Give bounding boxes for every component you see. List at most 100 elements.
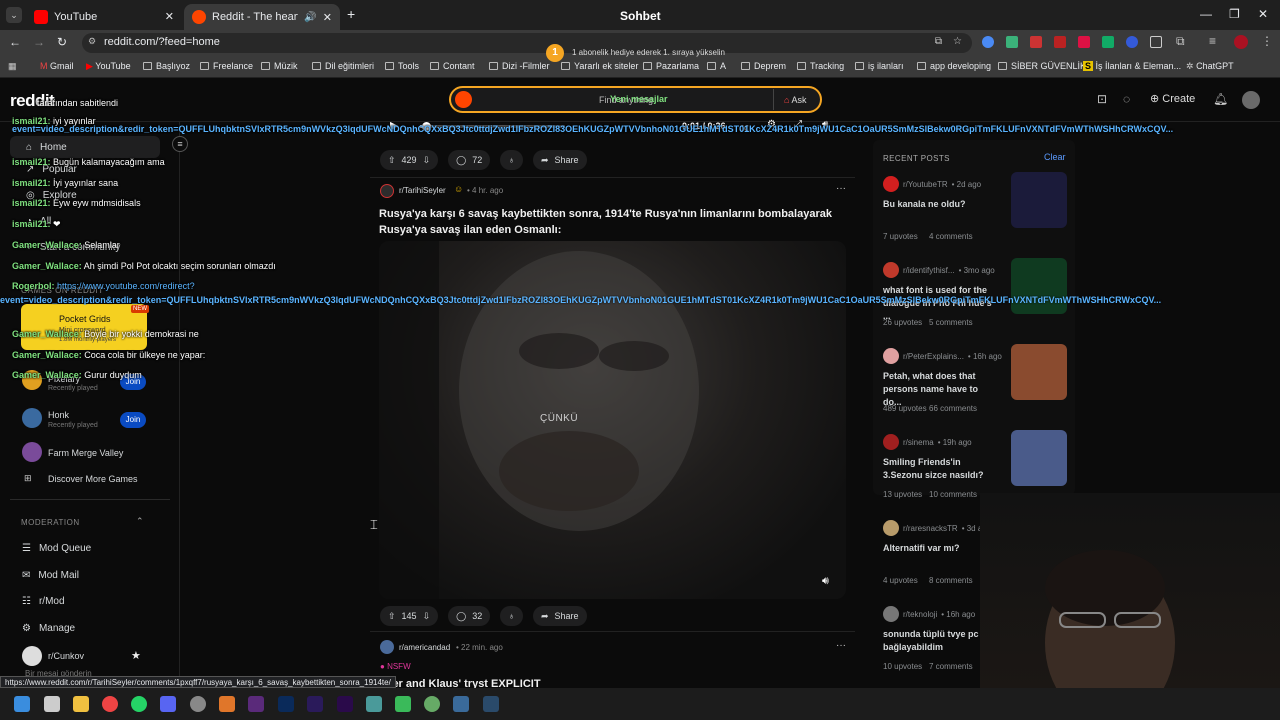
bookmark-folder[interactable]: Müzik: [261, 61, 298, 71]
game-name[interactable]: Honk: [48, 410, 69, 420]
extension-icon[interactable]: [1006, 36, 1018, 48]
chevron-up-icon[interactable]: ⌃: [136, 516, 144, 527]
app-icon[interactable]: [453, 696, 469, 712]
reddit-logo[interactable]: reddit: [10, 91, 55, 111]
back-icon[interactable]: ←: [9, 35, 21, 49]
app-icon[interactable]: [190, 696, 206, 712]
bookmark-gmail[interactable]: M Gmail: [40, 61, 74, 71]
recent-post-thumbnail[interactable]: [1011, 172, 1067, 228]
recent-post-thumbnail[interactable]: [1011, 430, 1067, 486]
new-messages-label[interactable]: Yeni mesajlar: [610, 94, 668, 104]
bookmark-folder[interactable]: Dil eğitimleri: [312, 61, 374, 71]
close-window-icon[interactable]: ✕: [1258, 7, 1268, 21]
bookmark-folder[interactable]: Contant: [430, 61, 475, 71]
share-button[interactable]: ➦ Share: [532, 150, 587, 170]
favorite-star-icon[interactable]: ★: [131, 649, 141, 662]
bookmark-folder[interactable]: iş ilanları: [855, 61, 904, 71]
sidebar-item-home[interactable]: ⌂ Home: [10, 136, 160, 158]
ask-button[interactable]: ⌂ Ask: [784, 95, 806, 105]
comments-button[interactable]: ◯ 72: [448, 150, 491, 170]
close-tab-icon[interactable]: ✕: [323, 11, 332, 24]
comments-button[interactable]: ◯ 32: [448, 606, 491, 626]
bookmark-folder[interactable]: A: [707, 61, 726, 71]
vote-control[interactable]: ⇧ 145 ⇩: [380, 606, 439, 626]
tab-youtube[interactable]: YouTube ✕: [26, 4, 180, 30]
volume-icon[interactable]: 🔊︎: [822, 575, 829, 588]
sidebar-item-start-community[interactable]: + Start a community: [26, 242, 120, 253]
app-icon[interactable]: [366, 696, 382, 712]
discord-icon[interactable]: [160, 696, 176, 712]
app-icon[interactable]: [395, 696, 411, 712]
join-button[interactable]: Join: [120, 412, 146, 428]
sidebar-item-explore[interactable]: ◎ Explore: [26, 190, 77, 201]
recent-post[interactable]: r/sinema • 19h ago Smiling Friends'in 3.Se…: [883, 430, 1068, 499]
vote-control[interactable]: ⇧ 429 ⇩: [380, 150, 439, 170]
discover-games-link[interactable]: Discover More Games: [48, 474, 138, 484]
kebab-menu-icon[interactable]: ⋮: [1261, 34, 1273, 48]
app-icon[interactable]: [424, 696, 440, 712]
bookmark-folder[interactable]: SİBER GÜVENLİK: [998, 61, 1086, 71]
extension-icon[interactable]: [1054, 36, 1066, 48]
redirect-link-line[interactable]: event=video_description&redir_token=QUFF…: [0, 295, 1270, 305]
bookmark-folder[interactable]: app developing: [917, 61, 991, 71]
bookmark-folder[interactable]: Başlıyoz: [143, 61, 190, 71]
premiere-icon[interactable]: [337, 696, 353, 712]
bookmark-folder[interactable]: Freelance: [200, 61, 253, 71]
more-options-icon[interactable]: ···: [836, 183, 846, 194]
recent-post[interactable]: r/PeterExplains... • 16h ago Petah, what d…: [883, 344, 1068, 413]
sidebar-item-mod-queue[interactable]: ☰ Mod Queue: [22, 543, 91, 554]
url-field[interactable]: ⚙ reddit.com/?feed=home ⧉ ☆: [82, 33, 972, 53]
bookmark-link[interactable]: S İş İlanları & Eleman...: [1083, 61, 1181, 71]
bookmark-chatgpt[interactable]: ✲ ChatGPT: [1186, 61, 1234, 72]
app-icon[interactable]: [219, 696, 235, 712]
post-title[interactable]: Rusya'ya karşı 6 savaş kaybettikten sonr…: [379, 206, 849, 238]
user-avatar[interactable]: [1242, 91, 1260, 109]
bookmark-folder[interactable]: Yararlı ek siteler: [561, 61, 638, 71]
steam-icon[interactable]: [483, 696, 499, 712]
tab-search-icon[interactable]: ⌄: [6, 7, 22, 23]
create-button[interactable]: ⊕ Create: [1150, 92, 1195, 105]
recent-post[interactable]: r/YoutubeTR • 2d ago Bu kanala ne oldu? 7 u…: [883, 172, 1068, 241]
volume-icon[interactable]: 🔊︎: [822, 119, 828, 130]
recent-post-thumbnail[interactable]: [1011, 344, 1067, 400]
bookmark-folder[interactable]: Deprem: [741, 61, 786, 71]
recent-post[interactable]: r/identifythisf... • 3mo ago what font is …: [883, 258, 1068, 327]
more-options-icon[interactable]: ···: [836, 640, 846, 651]
bookmark-star-icon[interactable]: ☆: [953, 36, 962, 47]
sidebar-item-mod-mail[interactable]: ✉ Mod Mail: [22, 570, 79, 581]
puzzle-icon[interactable]: ⧉: [1176, 34, 1185, 49]
task-view-icon[interactable]: [44, 696, 60, 712]
extension-icon[interactable]: [1102, 36, 1114, 48]
translate-icon[interactable]: ⧉: [935, 36, 942, 47]
bell-icon[interactable]: 🔔︎: [1213, 92, 1228, 106]
windows-start-icon[interactable]: [14, 696, 30, 712]
sidebar-item-manage[interactable]: ⚙ Manage: [22, 623, 75, 634]
award-button[interactable]: ♁: [500, 606, 523, 626]
settings-icon[interactable]: ⚙: [767, 119, 776, 130]
join-button[interactable]: Join: [120, 374, 146, 390]
featured-game-card[interactable]: NEW Pocket Grids Mini crossword 1.8M mon…: [21, 304, 149, 350]
bookmark-folder[interactable]: Pazarlama: [643, 61, 699, 71]
new-tab-icon[interactable]: +: [347, 6, 355, 22]
after-effects-icon[interactable]: [307, 696, 323, 712]
extension-icon[interactable]: [982, 36, 994, 48]
site-info-icon[interactable]: ⚙: [88, 36, 96, 47]
extension-icon[interactable]: [1150, 36, 1162, 48]
extension-icon[interactable]: [1078, 36, 1090, 48]
photoshop-icon[interactable]: [278, 696, 294, 712]
sidebar-item-community[interactable]: r/Cunkov: [48, 651, 84, 661]
captions-icon[interactable]: ㏄: [739, 119, 749, 134]
close-tab-icon[interactable]: ✕: [165, 10, 174, 23]
sidebar-item-r-mod[interactable]: ☷ r/Mod: [22, 596, 65, 607]
file-explorer-icon[interactable]: [73, 696, 89, 712]
sidebar-item-popular[interactable]: ↗ Popular: [26, 164, 77, 175]
extension-icon[interactable]: [1030, 36, 1042, 48]
share-button[interactable]: ➦ Share: [532, 606, 587, 626]
bookmark-youtube[interactable]: ▶ YouTube: [86, 61, 131, 72]
speaker-icon[interactable]: 🔊: [304, 12, 316, 23]
advertise-icon[interactable]: ⊡: [1097, 92, 1107, 106]
game-name[interactable]: Farm Merge Valley: [48, 448, 123, 458]
bookmark-folder[interactable]: Tools: [385, 61, 419, 71]
chat-icon[interactable]: ◌: [1123, 92, 1130, 106]
clear-button[interactable]: Clear: [1044, 152, 1066, 162]
